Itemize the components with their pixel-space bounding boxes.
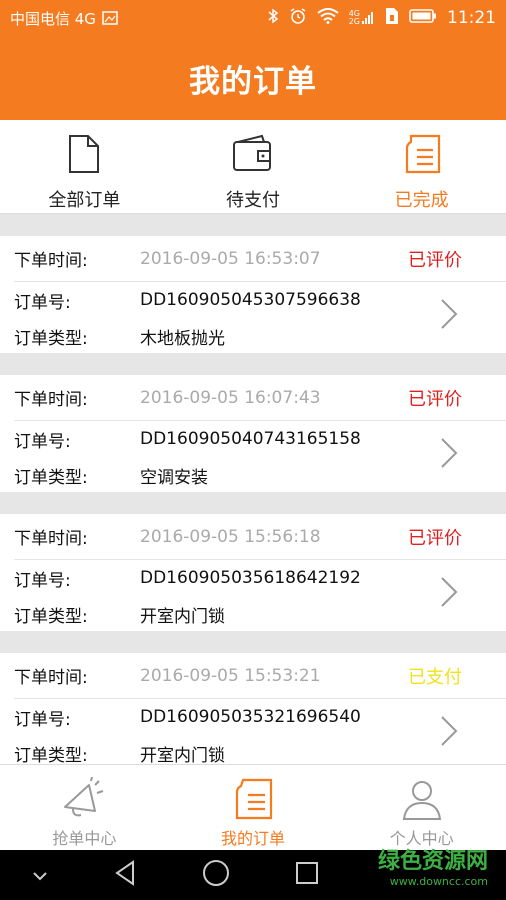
tab-all-orders[interactable]: 全部订单	[0, 120, 169, 213]
order-no-label: 订单号:	[14, 431, 71, 452]
tab-pending-payment[interactable]: 待支付	[169, 120, 338, 213]
nav-grab-orders-label: 抢单中心	[52, 829, 117, 848]
alarm-icon	[289, 7, 307, 29]
tab-completed[interactable]: 已完成	[337, 120, 506, 213]
recents-icon[interactable]	[295, 861, 319, 889]
image-icon	[102, 11, 118, 25]
nav-personal-center[interactable]: 个人中心	[337, 765, 506, 850]
chevron-right-icon	[441, 716, 458, 746]
order-time-label: 下单时间:	[14, 529, 88, 549]
order-time-label: 下单时间:	[14, 668, 88, 688]
order-type-label: 订单类型:	[14, 745, 88, 765]
header: 我的订单	[0, 36, 506, 120]
bottom-nav: 抢单中心 我的订单 个人中心	[0, 764, 506, 850]
order-no-label: 订单号:	[14, 709, 71, 730]
status-badge: 已评价	[408, 528, 462, 549]
tab-all-orders-label: 全部订单	[48, 190, 121, 211]
document-icon	[62, 132, 106, 176]
net-type-2g: 2G	[348, 17, 360, 26]
sim-icon	[385, 7, 399, 29]
chevron-right-icon	[441, 299, 458, 329]
watermark-url: www.downcc.com	[389, 875, 488, 888]
watermark: 绿色资源网 www.downcc.com	[378, 843, 488, 888]
order-no-label: 订单号:	[14, 570, 71, 591]
order-card[interactable]: 下单时间: 2016-09-05 16:07:43 已评价 订单号: DD16090…	[0, 375, 506, 492]
status-badge: 已支付	[408, 667, 462, 688]
chevron-right-icon	[441, 577, 458, 607]
order-card[interactable]: 下单时间: 2016-09-05 15:53:21 已支付 订单号: DD16090…	[0, 653, 506, 764]
bluetooth-icon	[267, 8, 279, 28]
status-badge: 已评价	[408, 250, 462, 271]
order-type-label: 订单类型:	[14, 328, 88, 349]
status-bar: 中国电信 4G 4G 2G 11:21	[0, 0, 506, 36]
person-icon	[398, 775, 446, 823]
signal-icon: 4G 2G	[349, 10, 375, 26]
nav-my-orders-label: 我的订单	[221, 829, 286, 848]
list-doc-icon	[229, 775, 277, 823]
chevron-down-icon[interactable]	[32, 866, 48, 885]
wifi-icon	[317, 8, 339, 28]
chevron-right-icon	[441, 438, 458, 468]
tab-completed-label: 已完成	[394, 190, 449, 211]
carrier-text: 中国电信 4G	[10, 9, 96, 28]
tab-pending-payment-label: 待支付	[226, 190, 280, 211]
status-badge: 已评价	[408, 389, 462, 410]
megaphone-icon	[60, 775, 108, 823]
wallet-icon	[231, 132, 275, 176]
order-tabs: 全部订单 待支付 已完成	[0, 120, 506, 214]
order-type-label: 订单类型:	[14, 606, 88, 627]
order-time-label: 下单时间:	[14, 251, 88, 271]
nav-grab-orders[interactable]: 抢单中心	[0, 765, 169, 850]
order-card[interactable]: 下单时间: 2016-09-05 16:53:07 已评价 订单号: DD16090…	[0, 236, 506, 353]
battery-icon	[409, 9, 437, 27]
nav-my-orders[interactable]: 我的订单	[169, 765, 338, 850]
back-icon[interactable]	[113, 860, 137, 890]
order-type-label: 订单类型:	[14, 467, 88, 488]
order-list: 下单时间: 2016-09-05 16:53:07 已评价 订单号: DD16090…	[0, 214, 506, 764]
order-no-label: 订单号:	[14, 292, 71, 313]
watermark-title: 绿色资源网	[377, 849, 488, 874]
clock-time: 11:21	[447, 8, 496, 28]
order-card[interactable]: 下单时间: 2016-09-05 15:56:18 已评价 订单号: DD16090…	[0, 514, 506, 631]
list-doc-icon	[400, 132, 444, 176]
home-icon[interactable]	[202, 859, 230, 891]
page-title: 我的订单	[189, 63, 317, 100]
order-time-label: 下单时间:	[14, 390, 88, 410]
